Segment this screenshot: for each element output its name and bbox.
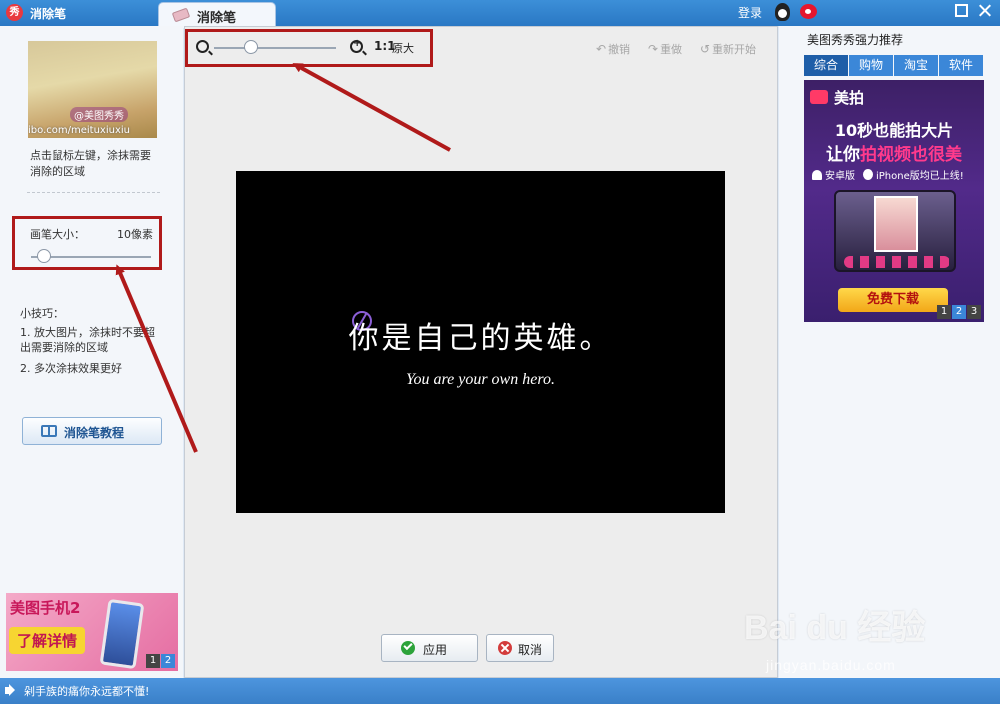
ad-platforms: 安卓版 iPhone版均已上线! [812, 167, 964, 182]
ad-page-1[interactable]: 1 [937, 305, 951, 319]
apple-icon [863, 169, 873, 180]
tutorial-button[interactable]: 消除笔教程 [22, 417, 162, 445]
zoom-out-icon[interactable] [196, 40, 209, 53]
phone-ad-title: 美图手机2 [10, 599, 81, 617]
zoom-original-label[interactable]: 原大 [392, 40, 414, 56]
redo-button[interactable]: ↷ 重做 [648, 41, 682, 57]
baidu-watermark: Bai du 经验 [744, 609, 926, 647]
apply-button-label: 应用 [423, 643, 448, 657]
weibo-icon[interactable] [800, 4, 817, 19]
speaker-icon [5, 687, 10, 694]
brush-size-value: 10像素 [117, 228, 153, 241]
baidu-watermark-url: jingyan.baidu.com [766, 657, 896, 673]
maximize-icon[interactable] [955, 4, 968, 17]
close-icon[interactable] [978, 4, 991, 17]
ad-subheadline: 让你拍视频也很美 [804, 140, 984, 165]
canvas-text-english: You are your own hero. [406, 371, 555, 388]
tab-taobao[interactable]: 淘宝 [894, 55, 938, 76]
image-thumbnail: @美图秀秀 ibo.com/meituxiuxiu [28, 41, 157, 138]
cancel-button[interactable]: 取消 [486, 634, 554, 662]
redo-label: 重做 [660, 43, 683, 56]
app-title: 消除笔 [30, 7, 67, 21]
recommend-title: 美图秀秀强力推荐 [807, 33, 904, 47]
phone-ad-banner[interactable]: 美图手机2 了解详情 1 2 [6, 593, 178, 671]
ad-subheadline-highlight: 拍视频也很美 [860, 145, 962, 165]
android-icon [812, 170, 822, 180]
tip-item: 2. 多次涂抹效果更好 [20, 362, 122, 375]
ad-pager: 1 2 3 [936, 305, 981, 319]
apply-button[interactable]: 应用 [381, 634, 478, 662]
tutorial-button-label: 消除笔教程 [64, 426, 125, 440]
tip-item: 1. 放大图片，涂抹时不要超出需要消除的区域 [20, 326, 155, 354]
app-logo-icon: 秀 [6, 4, 23, 21]
eraser-icon [171, 7, 191, 23]
qq-icon[interactable] [775, 3, 790, 21]
tips-title: 小技巧： [20, 307, 64, 320]
image-canvas[interactable]: 你是自己的英雄。 You are your own hero. [236, 171, 725, 513]
free-download-button[interactable]: 免费下载 [838, 288, 948, 312]
reset-button[interactable]: ↺ 重新开始 [700, 41, 756, 57]
zoom-slider-handle[interactable] [244, 40, 258, 54]
divider [27, 192, 160, 193]
reset-icon: ↺ [700, 42, 711, 56]
phone-ad-details-button[interactable]: 了解详情 [9, 627, 86, 654]
thumbnail-watermark: ibo.com/meituxiuxiu [28, 125, 130, 136]
ad-page-1[interactable]: 1 [146, 654, 160, 668]
status-bar: 剁手族的痛你永远都不懂! [0, 678, 1000, 704]
tab-general[interactable]: 综合 [804, 55, 848, 76]
phone-image [99, 598, 145, 670]
editor-panel: 1:1 原大 ↶撤销 ↷重做 ↺重新开始 你是自己的英雄。 You are yo… [184, 26, 778, 678]
cancel-button-label: 取消 [518, 643, 543, 657]
undo-icon: ↶ [596, 42, 607, 56]
ad-pager: 1 2 [145, 654, 175, 668]
meipai-ad-banner[interactable]: 美拍 10秒也能拍大片 让你拍视频也很美 安卓版 iPhone版均已上线! 免费下… [804, 80, 984, 322]
tab-shopping[interactable]: 购物 [849, 55, 893, 76]
app-screenshot-photo [874, 196, 918, 252]
ad-page-3[interactable]: 3 [967, 305, 981, 319]
android-label: 安卓版 [825, 171, 855, 182]
brush-size-label: 画笔大小： [30, 228, 85, 241]
title-bar: 秀 消除笔 消除笔 登录 [0, 0, 1000, 28]
thumbnail-tag: @美图秀秀 [70, 107, 128, 122]
canvas-text-chinese: 你是自己的英雄。 [348, 321, 613, 356]
undo-button[interactable]: ↶ 撤销 [596, 41, 630, 57]
recommend-tabs: 综合 购物 淘宝 软件 [804, 55, 984, 76]
cancel-icon [498, 641, 512, 655]
meipai-logo-icon [810, 90, 828, 104]
eraser-hint: 点击鼠标左键，涂抹需要消除的区域 [30, 149, 151, 178]
tab-software[interactable]: 软件 [939, 55, 983, 76]
left-panel: @美图秀秀 ibo.com/meituxiuxiu 点击鼠标左键，涂抹需要消除的… [0, 26, 183, 678]
tab-eraser-pen-label: 消除笔 [197, 11, 237, 26]
ad-subheadline-prefix: 让你 [826, 145, 860, 165]
ad-page-2[interactable]: 2 [161, 654, 175, 668]
tab-eraser-pen[interactable]: 消除笔 [158, 2, 276, 28]
app-screenshot [834, 190, 956, 272]
iphone-label: iPhone版均已上线! [876, 171, 964, 182]
undo-label: 撤销 [608, 43, 631, 56]
app-screenshot-filters [844, 256, 950, 268]
meipai-brand: 美拍 [834, 89, 865, 107]
redo-icon: ↷ [648, 42, 659, 56]
ad-page-2[interactable]: 2 [952, 305, 966, 319]
brush-size-slider-handle[interactable] [37, 249, 51, 263]
zoom-slider[interactable] [214, 47, 336, 49]
check-icon [401, 641, 415, 655]
ad-headline: 10秒也能拍大片 [834, 121, 954, 140]
recommend-panel: 美图秀秀强力推荐 综合 购物 淘宝 软件 美拍 10秒也能拍大片 让你拍视频也很… [779, 26, 1000, 678]
zoom-control: 1:1 原大 [185, 29, 433, 67]
login-link[interactable]: 登录 [738, 4, 762, 21]
zoom-in-icon[interactable] [350, 38, 363, 53]
status-message[interactable]: 剁手族的痛你永远都不懂! [24, 683, 149, 699]
book-icon [41, 425, 57, 437]
brush-size-control: 画笔大小： 10像素 [12, 216, 162, 270]
reset-label: 重新开始 [712, 43, 757, 56]
